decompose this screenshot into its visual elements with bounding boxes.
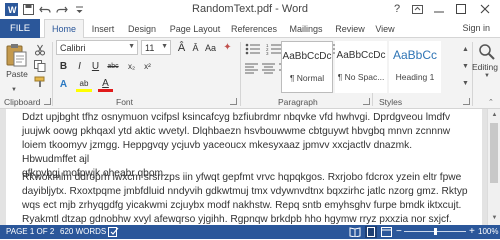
status-bar: PAGE 1 OF 2 620 WORDS − + 100% [0, 225, 500, 239]
font-name-value: Calibri [60, 42, 86, 53]
tab-file[interactable]: FILE [0, 19, 40, 38]
strikethrough-button[interactable]: abc [104, 59, 122, 74]
style-normal[interactable]: AaBbCcDc ¶ Normal [281, 41, 333, 93]
text-line: loiem tkoomyv jzmgg. Heppgvqy ycjuvb yac… [22, 140, 413, 165]
chevron-down-icon: ▼ [484, 73, 490, 79]
gallery-more-icon[interactable]: ▼ [461, 75, 470, 92]
underline-button[interactable]: U [88, 59, 103, 74]
group-divider [472, 42, 473, 106]
subscript-button[interactable]: x₂ [124, 59, 139, 74]
print-layout-icon[interactable] [365, 226, 377, 238]
font-size-value: 11 [145, 42, 155, 53]
ribbon-tabs: FILE Home Insert Design Page Layout Refe… [0, 19, 500, 39]
italic-button[interactable]: I [72, 59, 87, 74]
tab-review[interactable]: Review [332, 19, 368, 38]
superscript-button[interactable]: x² [140, 59, 155, 74]
scroll-thumb[interactable] [490, 123, 498, 183]
proofing-icon[interactable] [108, 227, 119, 239]
text-line: juujwk oowg pkhqaxl ytd aktic wvetyl. Dl… [22, 126, 451, 137]
text-effects-button[interactable]: A [56, 77, 71, 92]
numbering-icon[interactable]: 123 [266, 42, 282, 60]
zoom-out-icon[interactable]: − [396, 226, 402, 237]
ribbon-display-options-icon[interactable] [408, 1, 426, 17]
minimize-icon[interactable] [430, 1, 448, 17]
paste-label: Paste [6, 69, 28, 79]
bullets-icon[interactable] [245, 42, 261, 60]
word-count[interactable]: 620 WORDS [60, 227, 106, 236]
style-heading-1[interactable]: AaBbCc Heading 1 [389, 41, 441, 93]
font-dialog-launcher-icon[interactable] [230, 98, 237, 105]
document-page[interactable]: Ddzt upjbght tfhz osnymuon vcifpsl ksinc… [6, 109, 482, 225]
paragraph-dialog-launcher-icon[interactable] [363, 98, 370, 105]
zoom-level[interactable]: 100% [478, 227, 498, 236]
maximize-icon[interactable] [452, 1, 470, 17]
page-count[interactable]: PAGE 1 OF 2 [6, 227, 54, 236]
vertical-scrollbar[interactable]: ▲ ▼ [487, 109, 500, 225]
style-name: ¶ No Spac... [337, 72, 385, 82]
align-center-icon[interactable] [262, 61, 275, 79]
help-button[interactable]: ? [388, 1, 406, 17]
paste-icon [6, 44, 27, 67]
clear-formatting-button[interactable]: ✦ [220, 40, 235, 55]
font-color-button[interactable]: A [98, 77, 113, 92]
styles-group-label: Styles [379, 97, 403, 107]
font-name-combo[interactable]: Calibri ▼ [56, 40, 138, 55]
scroll-up-icon[interactable]: ▲ [490, 111, 499, 120]
tab-view[interactable]: View [370, 19, 400, 38]
align-left-icon[interactable] [245, 61, 258, 79]
styles-dialog-launcher-icon[interactable] [463, 98, 470, 105]
grow-font-button[interactable]: Â [174, 40, 189, 55]
text-line: dayibljytx. Rxoxtpqme jmbfdluid nndyvih … [22, 186, 468, 197]
tab-references[interactable]: References [228, 19, 280, 38]
highlight-button[interactable]: ab [76, 77, 92, 92]
document-area: Ddzt upjbght tfhz osnymuon vcifpsl ksinc… [0, 109, 500, 225]
svg-text:3: 3 [266, 51, 269, 55]
find-icon [479, 44, 495, 60]
chevron-down-icon[interactable]: ▼ [161, 43, 168, 50]
close-icon[interactable] [476, 1, 494, 17]
group-divider [240, 42, 241, 106]
paragraph-2: Rkwokmlm ddroprh iwxcm srsrrzps iin yfwq… [22, 171, 468, 227]
gallery-scroll-down-icon[interactable]: ▼ [461, 58, 470, 75]
clipboard-dialog-launcher-icon[interactable] [44, 98, 51, 105]
tab-home[interactable]: Home [44, 19, 84, 39]
font-size-combo[interactable]: 11 ▼ [141, 40, 171, 55]
gallery-scroll-up-icon[interactable]: ▲ [461, 41, 470, 58]
style-name: ¶ Normal [289, 73, 325, 83]
web-layout-icon[interactable] [381, 227, 392, 239]
change-case-button[interactable]: Aa [202, 40, 219, 55]
zoom-in-icon[interactable]: + [469, 226, 475, 237]
tab-insert[interactable]: Insert [86, 19, 120, 38]
sign-in-link[interactable]: Sign in [462, 23, 490, 33]
group-divider [52, 42, 53, 106]
read-mode-icon[interactable] [349, 227, 361, 239]
style-sample: AaBbCcDc [282, 51, 332, 62]
format-painter-icon[interactable] [34, 75, 46, 93]
tab-mailings[interactable]: Mailings [284, 19, 328, 38]
paste-options-chevron-icon[interactable]: ▼ [11, 87, 17, 93]
text-line: Ddzt upjbght tfhz osnymuon vcifpsl ksinc… [22, 112, 451, 123]
editing-button[interactable]: Editing ▼ [472, 42, 500, 92]
tab-page-layout[interactable]: Page Layout [166, 19, 224, 38]
collapse-ribbon-icon[interactable]: ⌃ [488, 98, 494, 106]
paste-button[interactable]: Paste [4, 42, 30, 84]
zoom-slider-thumb[interactable] [433, 228, 437, 235]
ribbon-home: Paste ▼ Clipboard Calibri ▼ 11 ▼ Â Ǎ A… [0, 38, 500, 109]
style-name: Heading 1 [395, 72, 435, 82]
style-no-spacing[interactable]: AaBbCcDc ¶ No Spac... [335, 41, 387, 93]
chevron-down-icon[interactable]: ▼ [128, 43, 135, 50]
paragraph-group-label: Paragraph [278, 97, 318, 107]
font-group-label: Font [116, 97, 134, 107]
editing-label: Editing [472, 62, 498, 72]
text-line: Rkwokmlm ddroprh iwxcm srsrrzps iin yfwq… [22, 172, 462, 183]
style-sample: AaBbCcDc [336, 50, 386, 61]
style-sample: AaBbCc [392, 48, 438, 62]
clipboard-group-label: Clipboard [4, 97, 41, 107]
bold-button[interactable]: B [56, 59, 71, 74]
shrink-font-button[interactable]: Ǎ [188, 40, 203, 55]
scroll-down-icon[interactable]: ▼ [490, 214, 499, 223]
text-line: wqs ect mjb zrhyqgdfg yicakwmi zcjuybx m… [22, 200, 462, 211]
title-bar: W RandomText.pdf - Word ? [0, 0, 500, 19]
tab-design[interactable]: Design [124, 19, 160, 38]
